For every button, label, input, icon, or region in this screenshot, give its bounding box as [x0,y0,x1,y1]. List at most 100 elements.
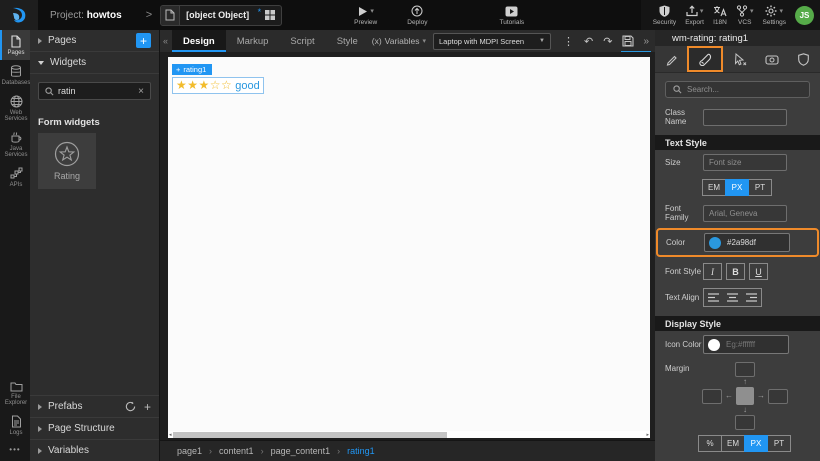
display-style-section-header: Display Style [655,316,820,331]
color-swatch[interactable] [709,237,721,249]
unit-px-button[interactable]: PX [725,179,749,196]
unit-em-button[interactable]: EM [702,179,726,196]
breadcrumb-item[interactable]: page_content1 [271,446,331,456]
align-left-button[interactable] [704,289,723,306]
breadcrumb-item[interactable]: page1 [177,446,202,456]
italic-button[interactable]: I [703,263,722,280]
underline-button[interactable]: U [749,263,768,280]
rail-item-logs[interactable]: Logs [0,410,30,440]
tab-device[interactable] [756,46,788,72]
rail-item-java-services[interactable]: Java Services [0,126,30,162]
refresh-icon[interactable] [125,401,136,412]
widget-selection-tag[interactable]: + rating1 [172,64,212,75]
vcs-button[interactable]: ▾ VCS [736,5,754,26]
horizontal-scrollbar[interactable]: ◂ ▸ [168,431,650,438]
settings-button[interactable]: ▾ Settings [763,5,787,26]
breadcrumb-item[interactable]: content1 [219,446,254,456]
rating-widget-tile[interactable]: Rating [38,133,96,189]
tab-script[interactable]: Script [279,30,325,52]
icon-color-swatch[interactable] [708,339,720,351]
rail-item-file-explorer[interactable]: File Explorer [0,376,30,410]
export-button[interactable]: ▾ Export [685,5,704,26]
unit-pt-button[interactable]: PT [748,179,772,196]
tab-events[interactable] [723,46,755,72]
tab-style[interactable]: Style [326,30,369,52]
variables-button[interactable]: (x) Variables ▾ [372,36,426,46]
widgets-section-header[interactable]: Widgets [30,52,159,74]
deploy-button[interactable]: Deploy [407,5,427,26]
text-color-picker[interactable]: #2a98df [704,233,790,252]
rail-item-apis[interactable]: APIs [0,162,30,192]
user-avatar[interactable]: JS [795,6,814,25]
margin-top-input[interactable] [735,362,755,377]
pages-icon [10,35,22,48]
page-selector[interactable]: * [160,5,282,26]
unit-pt-button[interactable]: PT [767,435,791,452]
rating-widget-on-canvas[interactable]: + rating1 ★★★☆☆ good [172,59,264,94]
property-search-input[interactable] [687,85,802,94]
variables-section-header[interactable]: Variables [30,439,159,461]
pages-grid-icon[interactable] [264,9,276,21]
wavemaker-logo[interactable] [0,0,38,30]
breadcrumb-item-current[interactable]: rating1 [347,446,375,456]
add-page-button[interactable]: + [136,33,151,48]
tab-markup[interactable]: Markup [226,30,280,52]
rail-more-button[interactable]: ••• [0,440,30,461]
widget-search-input[interactable] [58,86,134,96]
scroll-right-icon[interactable]: ▸ [645,432,650,438]
canvas-menu-button[interactable]: ⋮ [558,35,579,48]
add-prefab-button[interactable]: + [144,400,151,414]
font-style-row: Font Style I B U [655,259,820,284]
tab-security[interactable] [788,46,820,72]
pages-section-header[interactable]: Pages + [30,30,159,52]
tab-styles[interactable] [687,46,723,72]
rail-item-web-services[interactable]: Web Services [0,90,30,126]
tab-design[interactable]: Design [172,30,226,52]
font-size-input[interactable] [703,154,787,171]
align-center-button[interactable] [723,289,742,306]
margin-left-input[interactable] [702,389,722,404]
chevron-down-icon: ▾ [750,7,754,15]
rating-caption: good [235,80,259,92]
unit-percent-button[interactable]: % [698,435,722,452]
tutorials-button[interactable]: Tutorials [499,5,524,26]
scrollbar-thumb[interactable] [173,432,448,438]
redo-button[interactable]: ↷ [598,35,617,48]
icon-color-picker[interactable] [703,335,789,354]
unit-em-button[interactable]: EM [721,435,745,452]
search-icon [45,87,54,96]
design-canvas-page[interactable]: + rating1 ★★★☆☆ good [168,57,650,431]
canvas-area: + rating1 ★★★☆☆ good ◂ ▸ [160,52,655,440]
device-select[interactable]: Laptop with MDPI Screen ▼ [433,33,551,50]
margin-right-input[interactable] [768,389,788,404]
clear-search-icon[interactable]: × [138,86,144,97]
page-structure-section-header[interactable]: Page Structure [30,417,159,439]
rating-widget-body: ★★★☆☆ good [172,77,264,94]
prefabs-section-header[interactable]: Prefabs + [30,395,159,417]
tab-properties[interactable] [655,46,687,72]
icon-color-input[interactable] [726,340,780,349]
margin-bottom-input[interactable] [735,415,755,430]
unit-px-button[interactable]: PX [744,435,768,452]
undo-button[interactable]: ↶ [579,35,598,48]
font-family-row: Font Family [655,200,820,226]
chevron-down-icon: ▾ [422,37,426,45]
class-name-input[interactable] [703,109,787,126]
app-window: Project: howtos > * ▾ Preview [0,0,820,461]
variables-x-icon: (x) [372,36,382,46]
folder-icon [10,381,23,392]
expand-panel-button[interactable]: » [639,36,655,47]
property-search-box [665,81,810,98]
rail-item-pages[interactable]: Pages [0,30,30,60]
page-name-input[interactable] [180,10,257,20]
security-button[interactable]: Security [653,5,676,26]
align-right-button[interactable] [742,289,761,306]
save-button[interactable] [617,35,639,47]
text-align-group [703,288,762,307]
rail-item-databases[interactable]: Databases [0,60,30,90]
bold-button[interactable]: B [726,263,745,280]
font-family-input[interactable] [703,205,787,222]
preview-button[interactable]: ▾ Preview [354,5,377,26]
i18n-button[interactable]: I18N [713,5,727,26]
collapse-panel-button[interactable]: « [160,36,172,46]
